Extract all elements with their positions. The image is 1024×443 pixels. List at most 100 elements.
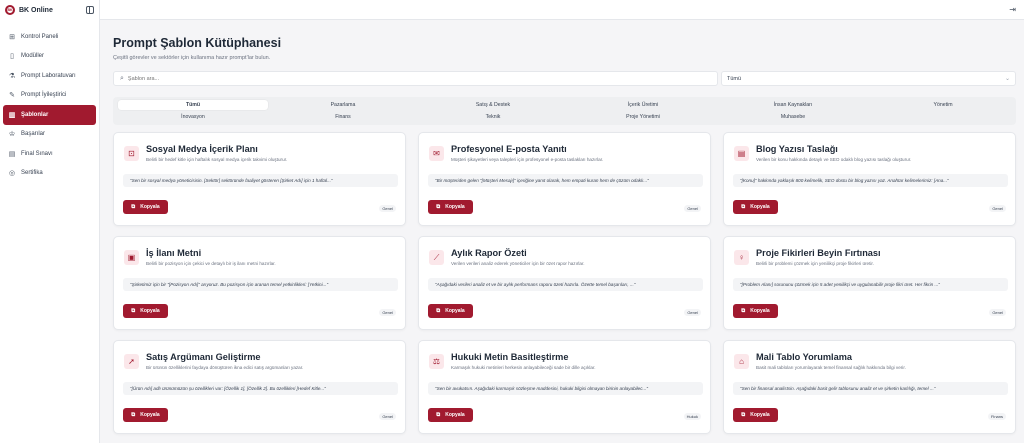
calendar-icon: ⊡ bbox=[124, 146, 139, 161]
copy-icon: ⧉ bbox=[741, 307, 746, 314]
copy-icon: ⧉ bbox=[741, 411, 746, 418]
category-badge: Genel bbox=[379, 413, 396, 420]
sidebar-item-label: Prompt Laboratuvarı bbox=[21, 72, 76, 79]
copy-button-label: Kopyala bbox=[445, 204, 465, 210]
exam-icon: ▤ bbox=[8, 150, 16, 158]
book-icon: ▯ bbox=[10, 53, 14, 61]
card-prompt-preview: "[Konu]" hakkında yaklaşık 800 kelimelik… bbox=[733, 174, 1008, 187]
mail-icon: ✉ bbox=[429, 146, 444, 161]
card-description: Karmaşık hukuki metinleri herkesin anlay… bbox=[451, 365, 596, 370]
sidebar: BK BK Online ⊞ Kontrol Paneli ▯ Modüller ⚗… bbox=[0, 0, 100, 443]
sidebar-nav: ⊞ Kontrol Paneli ▯ Modüller ⚗ Prompt Labora… bbox=[0, 27, 99, 183]
top-bar: ⇥ bbox=[100, 0, 1024, 20]
dashboard-icon: ⊞ bbox=[9, 33, 15, 41]
copy-icon: ⧉ bbox=[131, 307, 136, 314]
tab-insan-kaynaklari[interactable]: İnsan Kaynakları bbox=[718, 100, 868, 110]
search-box: ⌕ bbox=[113, 71, 718, 86]
copy-button[interactable]: ⧉ Kopyala bbox=[123, 200, 168, 214]
card-prompt-preview: "Bir müşteriden gelen "[Müşteri Mesajı]"… bbox=[428, 174, 703, 187]
category-select[interactable]: Tümü ⌄ bbox=[721, 71, 1016, 86]
copy-icon: ⧉ bbox=[436, 307, 441, 314]
copy-button[interactable]: ⧉ Kopyala bbox=[733, 304, 778, 318]
search-input[interactable] bbox=[127, 75, 711, 82]
brand-logo-text: BK bbox=[7, 8, 13, 12]
tab-pazarlama[interactable]: Pazarlama bbox=[268, 100, 418, 110]
magic-wand-icon: ✎ bbox=[9, 92, 15, 100]
rocket-icon: ➚ bbox=[124, 354, 139, 369]
template-card: ⌂ Mali Tablo Yorumlama Basit mali tablol… bbox=[723, 340, 1016, 434]
tab-muhasebe[interactable]: Muhasebe bbox=[718, 112, 868, 122]
copy-button-label: Kopyala bbox=[140, 308, 160, 314]
card-prompt-preview: "Sen bir sosyal medya yöneticisisin. [Se… bbox=[123, 174, 398, 187]
category-badge: Finans bbox=[987, 413, 1006, 420]
briefcase-icon: ▣ bbox=[124, 250, 139, 265]
category-tabs: Tümü Pazarlama Satış & Destek İçerik Üre… bbox=[113, 97, 1016, 125]
sidebar-item-moduller[interactable]: ▯ Modüller bbox=[3, 47, 96, 67]
category-select-value: Tümü bbox=[727, 75, 742, 82]
copy-button[interactable]: ⧉ Kopyala bbox=[428, 200, 473, 214]
copy-button[interactable]: ⧉ Kopyala bbox=[733, 408, 778, 422]
sidebar-item-label: Prompt İyileştirici bbox=[21, 92, 67, 99]
template-card: ✉ Profesyonel E-posta Yanıtı Müşteri şik… bbox=[418, 132, 711, 226]
card-description: Verilen verileri analiz ederek yöneticil… bbox=[451, 261, 585, 266]
template-card: ⟋ Aylık Rapor Özeti Verilen verileri ana… bbox=[418, 236, 711, 330]
card-description: Belirli bir hedef kitle için haftalık so… bbox=[146, 157, 288, 162]
template-card: ▤ Blog Yazısı Taslağı Verilen bir konu h… bbox=[723, 132, 1016, 226]
template-card: ⚖ Hukuki Metin Basitleştirme Karmaşık hu… bbox=[418, 340, 711, 434]
copy-button[interactable]: ⧉ Kopyala bbox=[123, 408, 168, 422]
copy-button-label: Kopyala bbox=[140, 204, 160, 210]
card-title: Hukuki Metin Basitleştirme bbox=[451, 352, 569, 362]
copy-icon: ⧉ bbox=[741, 203, 746, 210]
template-card: ⊡ Sosyal Medya İçerik Planı Belirli bir … bbox=[113, 132, 406, 226]
sidebar-item-sertifika[interactable]: ◎ Sertifika bbox=[3, 164, 96, 184]
tab-teknik[interactable]: Teknik bbox=[418, 112, 568, 122]
copy-button[interactable]: ⧉ Kopyala bbox=[428, 408, 473, 422]
copy-button[interactable]: ⧉ Kopyala bbox=[123, 304, 168, 318]
card-prompt-preview: "Aşağıdaki verileri analiz et ve bir ayl… bbox=[428, 278, 703, 291]
sidebar-item-sablonlar[interactable]: ▥ Şablonlar bbox=[3, 105, 96, 125]
library-icon: ▥ bbox=[8, 111, 16, 119]
template-card: ♀ Proje Fikirleri Beyin Fırtınası Belirl… bbox=[723, 236, 1016, 330]
search-icon: ⌕ bbox=[120, 74, 124, 82]
card-title: Sosyal Medya İçerik Planı bbox=[146, 144, 258, 154]
card-title: Proje Fikirleri Beyin Fırtınası bbox=[756, 248, 881, 258]
card-title: Aylık Rapor Özeti bbox=[451, 248, 527, 258]
category-badge: Genel bbox=[989, 205, 1006, 212]
document-icon: ▤ bbox=[734, 146, 749, 161]
tab-inovasyon[interactable]: İnovasyon bbox=[118, 112, 268, 122]
category-badge: Genel bbox=[684, 309, 701, 316]
sidebar-item-kontrol-paneli[interactable]: ⊞ Kontrol Paneli bbox=[3, 27, 96, 47]
sidebar-item-prompt-iyilestirici[interactable]: ✎ Prompt İyileştirici bbox=[3, 86, 96, 106]
sidebar-item-final-sinavi[interactable]: ▤ Final Sınavı bbox=[3, 144, 96, 164]
page-title: Prompt Şablon Kütüphanesi bbox=[113, 36, 282, 50]
tab-proje-yonetimi[interactable]: Proje Yönetimi bbox=[568, 112, 718, 122]
copy-button-label: Kopyala bbox=[750, 308, 770, 314]
tab-finans[interactable]: Finans bbox=[268, 112, 418, 122]
main-content: Prompt Şablon Kütüphanesi Çeşitli görevl… bbox=[100, 20, 1024, 443]
tab-satis-destek[interactable]: Satış & Destek bbox=[418, 100, 568, 110]
sidebar-item-basarilar[interactable]: ♔ Başarılar bbox=[3, 125, 96, 145]
sidebar-item-prompt-laboratuvari[interactable]: ⚗ Prompt Laboratuvarı bbox=[3, 66, 96, 86]
copy-button[interactable]: ⧉ Kopyala bbox=[733, 200, 778, 214]
copy-button-label: Kopyala bbox=[445, 308, 465, 314]
copy-button-label: Kopyala bbox=[750, 204, 770, 210]
copy-icon: ⧉ bbox=[131, 411, 136, 418]
category-badge: Genel bbox=[379, 205, 396, 212]
card-prompt-preview: "Sen bir finansal analistsin. Aşağıdaki … bbox=[733, 382, 1008, 395]
tab-tumu[interactable]: Tümü bbox=[118, 100, 268, 110]
tab-icerik-uretimi[interactable]: İçerik Üretimi bbox=[568, 100, 718, 110]
copy-button-label: Kopyala bbox=[445, 412, 465, 418]
chevron-down-icon: ⌄ bbox=[1004, 76, 1010, 82]
copy-button[interactable]: ⧉ Kopyala bbox=[428, 304, 473, 318]
trophy-icon: ♔ bbox=[8, 131, 16, 139]
copy-button-label: Kopyala bbox=[750, 412, 770, 418]
brand-name: BK Online bbox=[19, 6, 53, 14]
sidebar-toggle-icon[interactable] bbox=[86, 6, 94, 14]
card-description: Basit mali tabloları yorumlayarak temel … bbox=[756, 365, 906, 370]
sidebar-item-label: Başarılar bbox=[21, 131, 46, 138]
tab-yonetim[interactable]: Yönetim bbox=[868, 100, 1018, 110]
logout-icon[interactable]: ⇥ bbox=[1009, 5, 1016, 14]
copy-icon: ⧉ bbox=[436, 411, 441, 418]
bank-icon: ⌂ bbox=[734, 354, 749, 369]
card-description: Bir ürünün özelliklerini faydaya dönüştü… bbox=[146, 365, 304, 370]
